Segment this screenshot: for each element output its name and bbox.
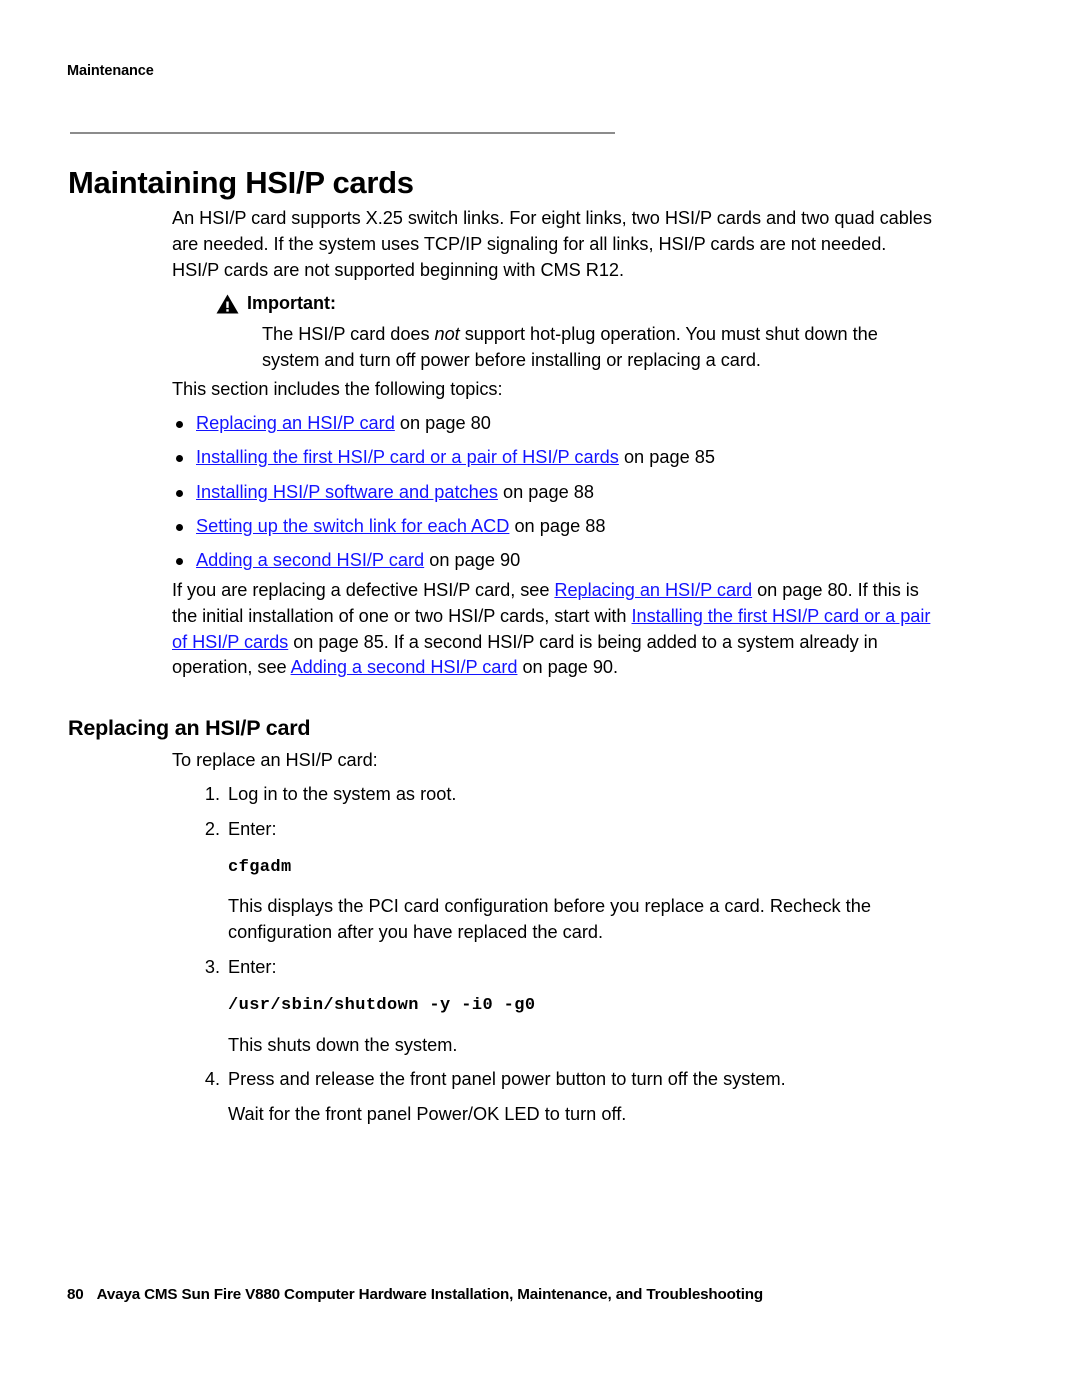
topic-link-installing-software[interactable]: Installing HSI/P software and patches xyxy=(196,482,498,502)
guidance-text-1: If you are replacing a defective HSI/P c… xyxy=(172,580,555,600)
intro-paragraph: An HSI/P card supports X.25 switch links… xyxy=(172,208,932,280)
step-4-explanation: Wait for the front panel Power/OK LED to… xyxy=(228,1104,627,1125)
guidance-link-adding-second-card[interactable]: Adding a second HSI/P card xyxy=(291,657,518,677)
list-item: Installing the first HSI/P card or a pai… xyxy=(172,445,942,471)
step-1: 1. Log in to the system as root. xyxy=(198,782,938,808)
step-2: 2. Enter: cfgadm This displays the PCI c… xyxy=(198,817,938,946)
important-label: Important: xyxy=(247,293,336,313)
topic-link-switch-link-acd[interactable]: Setting up the switch link for each ACD xyxy=(196,516,509,536)
topic-link-installing-first-card[interactable]: Installing the first HSI/P card or a pai… xyxy=(196,447,619,467)
list-item: Adding a second HSI/P card on page 90 xyxy=(172,548,942,574)
important-emphasis: not xyxy=(434,324,460,344)
command-cfgadm: cfgadm xyxy=(228,857,292,877)
step-number: 4. xyxy=(204,1069,220,1090)
topic-link-adding-second-card[interactable]: Adding a second HSI/P card xyxy=(196,550,424,570)
step-text: Press and release the front panel power … xyxy=(228,1069,786,1090)
title-divider xyxy=(70,132,615,134)
page-footer: 80 Avaya CMS Sun Fire V880 Computer Hardw… xyxy=(67,1286,763,1303)
list-item: Replacing an HSI/P card on page 80 xyxy=(172,411,942,437)
guidance-paragraph: If you are replacing a defective HSI/P c… xyxy=(172,578,932,681)
guidance-text-4: on page 90. xyxy=(517,657,618,678)
topics-list: Replacing an HSI/P card on page 80 Insta… xyxy=(172,411,942,582)
section-heading-replacing-card: Replacing an HSI/P card xyxy=(68,715,311,740)
step-number: 1. xyxy=(204,784,220,804)
procedure-steps: 1. Log in to the system as root. 2. Ente… xyxy=(198,782,938,1137)
important-body: The HSI/P card does not support hot-plug… xyxy=(262,322,902,374)
topic-suffix: on page 85 xyxy=(618,447,715,468)
step-number: 2. xyxy=(204,818,220,839)
guidance-link-replacing-card[interactable]: Replacing an HSI/P card xyxy=(554,580,752,600)
warning-triangle-icon xyxy=(216,294,239,314)
topic-suffix: on page 90 xyxy=(424,550,521,571)
list-item: Setting up the switch link for each ACD … xyxy=(172,514,942,540)
step-2-explanation: This displays the PCI card configuration… xyxy=(228,896,871,943)
list-item: Installing HSI/P software and patches on… xyxy=(172,480,942,506)
step-number: 3. xyxy=(204,956,220,977)
section-lead-in: To replace an HSI/P card: xyxy=(172,750,378,770)
step-text: Log in to the system as root. xyxy=(228,784,457,804)
command-shutdown: /usr/sbin/shutdown -y -i0 -g0 xyxy=(228,995,536,1015)
topic-suffix: on page 88 xyxy=(509,515,606,536)
step-3: 3. Enter: /usr/sbin/shutdown -y -i0 -g0 … xyxy=(198,955,938,1058)
step-text: Enter: xyxy=(228,956,277,977)
footer-document-title: Avaya CMS Sun Fire V880 Computer Hardwar… xyxy=(96,1286,764,1303)
topic-link-replacing-card[interactable]: Replacing an HSI/P card xyxy=(196,413,395,433)
step-text: Enter: xyxy=(228,818,277,839)
topic-suffix: on page 88 xyxy=(497,481,595,502)
important-admonition-header: Important: xyxy=(216,293,336,314)
document-page: Maintenance Maintaining HSI/P cards An H… xyxy=(0,0,1080,1397)
step-3-explanation: This shuts down the system. xyxy=(228,1034,458,1055)
footer-page-number: 80 xyxy=(67,1286,84,1303)
topics-lead-in: This section includes the following topi… xyxy=(172,379,503,399)
important-text-1: The HSI/P card does xyxy=(262,324,435,344)
running-header: Maintenance xyxy=(67,63,154,79)
step-4: 4. Press and release the front panel pow… xyxy=(198,1067,938,1128)
page-title: Maintaining HSI/P cards xyxy=(68,164,414,200)
topic-suffix: on page 80 xyxy=(394,413,491,433)
